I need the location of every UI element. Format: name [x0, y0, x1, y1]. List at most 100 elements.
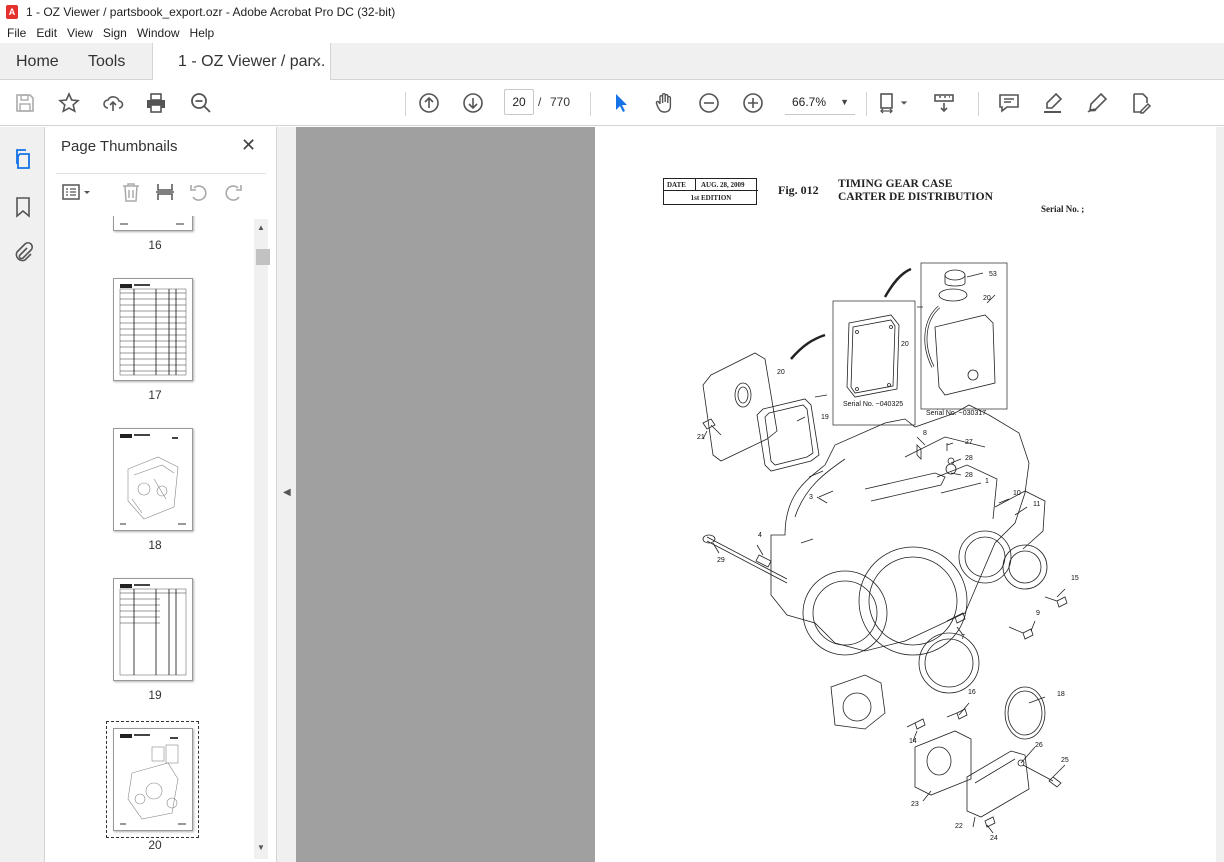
callout-27: 27 [965, 439, 973, 446]
menu-bar: File Edit View Sign Window Help [0, 23, 1224, 43]
callout-21: 21 [697, 434, 705, 441]
bookmark-icon[interactable] [11, 195, 35, 219]
next-page-icon[interactable] [460, 90, 486, 116]
thumbnail-label: 16 [148, 238, 162, 252]
callout-19: 19 [821, 414, 829, 421]
thumbnail-label: 17 [148, 388, 162, 402]
thumbnail-page[interactable] [113, 278, 193, 381]
comment-icon[interactable] [996, 90, 1022, 116]
callout-23: 23 [911, 801, 919, 808]
star-icon[interactable] [56, 90, 82, 116]
callout-14: 14 [909, 738, 917, 745]
scrollbar-thumb[interactable] [256, 249, 270, 265]
callout-18: 18 [1057, 691, 1065, 698]
save-icon[interactable] [12, 90, 38, 116]
zoom-out-icon[interactable] [696, 90, 722, 116]
select-cursor-icon[interactable] [608, 90, 634, 116]
tab-close-icon[interactable]: ✕ [311, 54, 322, 70]
tab-home[interactable]: Home [16, 43, 59, 80]
tab-document-label: 1 - OZ Viewer / par... [178, 53, 326, 70]
tab-document[interactable]: 1 - OZ Viewer / par... ✕ [152, 43, 331, 81]
menu-help[interactable]: Help [185, 26, 220, 40]
rotate-right-icon[interactable] [221, 180, 245, 204]
draw-icon[interactable] [1084, 90, 1110, 116]
menu-edit[interactable]: Edit [31, 26, 62, 40]
tab-tools[interactable]: Tools [88, 43, 125, 80]
callout-1: 1 [985, 478, 989, 485]
callout-8: 8 [923, 430, 927, 437]
thumbnail-page[interactable] [113, 428, 193, 531]
thumbnail-list: 16 17 18 19 20 [56, 216, 256, 860]
hand-icon[interactable] [652, 90, 678, 116]
menu-file[interactable]: File [2, 26, 31, 40]
thumbnail-label: 19 [148, 688, 162, 702]
zoom-search-icon[interactable] [188, 90, 214, 116]
thumbnail-label: 18 [148, 538, 162, 552]
close-icon[interactable]: ✕ [241, 135, 256, 156]
thumbnails-toolbar [56, 173, 266, 208]
thumbnail-page[interactable] [113, 578, 193, 681]
panel-collapse-strip[interactable]: ◀ [277, 127, 296, 862]
delete-icon[interactable] [119, 180, 143, 204]
print-icon[interactable] [143, 90, 169, 116]
extract-pages-icon[interactable] [153, 180, 177, 204]
inset-serial-1: Serial No. ~040325 [843, 401, 904, 408]
zoom-value: 66.7% [792, 94, 827, 109]
upload-icon[interactable] [100, 90, 126, 116]
toolbar-divider [590, 92, 591, 116]
document-scrollbar[interactable] [1216, 127, 1224, 862]
callout-7: 7 [961, 634, 965, 641]
callout-20: 20 [983, 295, 991, 302]
callout-25: 25 [1061, 757, 1069, 764]
thumbnail-scrollbar[interactable]: ▲ ▼ [254, 219, 270, 859]
callout-22: 22 [955, 823, 963, 830]
thumbnail-options-icon[interactable] [60, 180, 94, 204]
inset-serial-2: Serial No. ~030317 [926, 410, 987, 417]
acrobat-icon: A [6, 4, 18, 19]
scroll-mode-icon[interactable] [931, 90, 957, 116]
thumbnail-label: 20 [148, 838, 162, 852]
callout-10: 10 [1013, 490, 1021, 497]
thumbnail-page[interactable] [113, 216, 193, 231]
previous-page-icon[interactable] [416, 90, 442, 116]
chevron-down-icon: ▼ [840, 97, 849, 107]
scroll-down-icon[interactable]: ▼ [257, 843, 265, 852]
collapse-arrow-icon[interactable]: ◀ [283, 487, 291, 498]
thumbnails-title: Page Thumbnails [61, 138, 178, 155]
scroll-up-icon[interactable]: ▲ [257, 223, 265, 232]
left-rail [0, 127, 45, 862]
window-title: 1 - OZ Viewer / partsbook_export.ozr - A… [26, 4, 396, 19]
thumbnails-panel: Page Thumbnails ✕ 16 17 18 19 20 ▲ ▼ [46, 127, 277, 862]
callout-26: 26 [1035, 742, 1043, 749]
fill-sign-icon[interactable] [1128, 90, 1154, 116]
menu-window[interactable]: Window [132, 26, 185, 40]
callout-15: 15 [1071, 575, 1079, 582]
thumbnail-page-selected[interactable] [113, 728, 193, 831]
page-total: 770 [550, 95, 571, 109]
menu-view[interactable]: View [62, 26, 98, 40]
rotate-left-icon[interactable] [187, 180, 211, 204]
callout-20: 20 [777, 369, 785, 376]
page-thumbnails-icon[interactable] [11, 147, 35, 171]
toolbar [0, 80, 1224, 126]
attachment-icon[interactable] [11, 240, 35, 264]
tab-bar: Home Tools 1 - OZ Viewer / par... ✕ [0, 43, 1224, 81]
toolbar-divider [978, 92, 979, 116]
menu-sign[interactable]: Sign [98, 26, 132, 40]
document-area: DATE AUG. 28, 2009 1st EDITION Fig. 012 … [296, 127, 1216, 862]
page-number-input[interactable]: 20 [504, 89, 534, 115]
zoom-in-icon[interactable] [740, 90, 766, 116]
callout-11: 11 [1033, 501, 1041, 508]
callout-53: 53 [989, 271, 997, 278]
pdf-page: DATE AUG. 28, 2009 1st EDITION Fig. 012 … [595, 127, 1216, 862]
toolbar-divider [866, 92, 867, 116]
highlight-icon[interactable] [1040, 90, 1066, 116]
callout-29: 29 [717, 557, 725, 564]
callout-24: 24 [990, 835, 998, 842]
toolbar-divider [405, 92, 406, 116]
zoom-select[interactable]: 66.7% ▼ [785, 89, 855, 115]
fit-dropdown-icon[interactable] [898, 90, 910, 116]
exploded-parts-drawing [702, 262, 1068, 834]
title-bar: A 1 - OZ Viewer / partsbook_export.ozr -… [0, 0, 1224, 23]
page-separator: / [538, 95, 542, 109]
